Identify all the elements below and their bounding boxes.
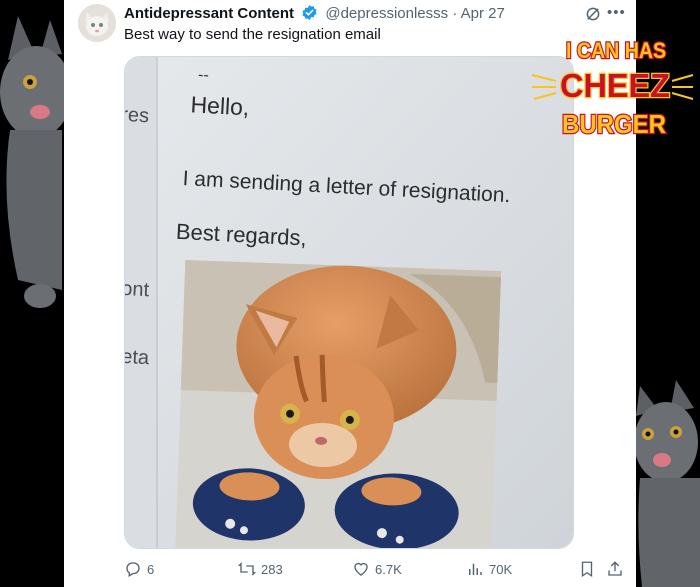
verified-badge-icon: [302, 5, 317, 20]
email-greeting: Hello,: [190, 91, 250, 120]
heart-icon: [354, 562, 368, 576]
author-avatar[interactable]: [78, 4, 116, 42]
grok-icon[interactable]: [584, 5, 602, 23]
right-cat-image: [636, 380, 700, 587]
repost-icon: [238, 562, 256, 576]
share-icon: [608, 561, 622, 576]
tweet-media-image[interactable]: res ont eta -- Hello, I am sending a let…: [124, 56, 574, 549]
cheezburger-logo: I CAN HAS CHEEZ BURGER: [531, 37, 694, 140]
more-options-icon[interactable]: •••: [607, 4, 626, 21]
logo-line-1: I CAN HAS: [566, 38, 666, 63]
tweet-header: Antidepressant Content @depressionlesss …: [124, 4, 505, 22]
logo-line-2: CHEEZ: [560, 67, 670, 104]
views-count: 70K: [489, 561, 513, 577]
repost-count: 283: [261, 561, 283, 577]
sidebar-fragment-res: res: [125, 104, 150, 127]
bookmark-icon: [581, 561, 593, 578]
bookmark-button[interactable]: [578, 560, 596, 578]
reply-button[interactable]: 6: [124, 560, 154, 578]
author-handle[interactable]: @depressionlesss: [325, 5, 448, 22]
separator-dot: ·: [452, 5, 458, 22]
reply-count: 6: [147, 561, 155, 577]
share-button[interactable]: [606, 560, 624, 578]
repost-button[interactable]: 283: [238, 560, 283, 578]
views-chart-icon: [469, 563, 482, 575]
like-button[interactable]: 6.7K: [352, 560, 402, 578]
tweet-actions: 6 283 6.7K 70K: [124, 560, 624, 582]
left-cat-image: [0, 16, 64, 308]
reply-icon: [126, 562, 140, 577]
views-button[interactable]: 70K: [466, 560, 512, 578]
tweet-text: Best way to send the resignation email: [124, 26, 381, 43]
sidebar-fragment-ont: ont: [125, 278, 150, 301]
sidebar-fragment-eta: eta: [125, 346, 151, 369]
tweet-date[interactable]: Apr 27: [461, 5, 505, 22]
cat-in-shoes-photo: [175, 260, 502, 548]
email-dash: --: [198, 67, 210, 85]
like-count: 6.7K: [375, 561, 402, 577]
logo-line-3: BURGER: [562, 109, 666, 139]
author-name[interactable]: Antidepressant Content: [124, 5, 294, 22]
